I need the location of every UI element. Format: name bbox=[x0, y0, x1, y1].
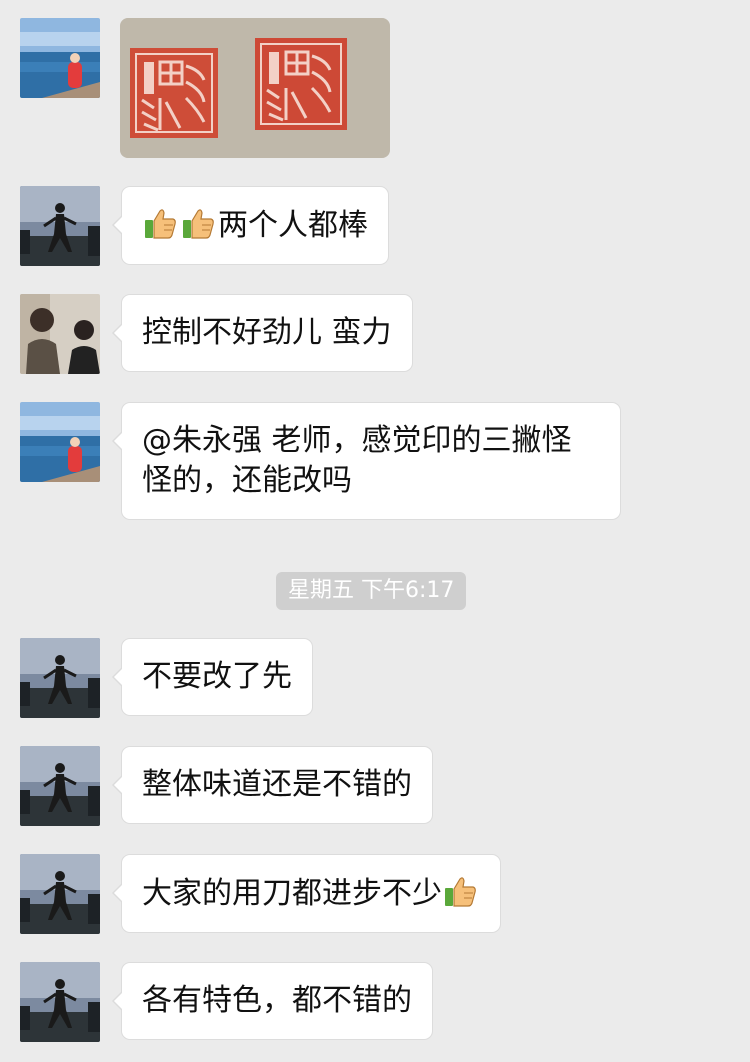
message-text: 控制不好劲儿 蛮力 bbox=[142, 315, 392, 350]
avatar-dark[interactable] bbox=[20, 746, 100, 826]
avatar-dark[interactable] bbox=[20, 962, 100, 1042]
seal-stamps-image[interactable] bbox=[120, 18, 390, 158]
message-text-line: 怪的，还能改吗 bbox=[142, 463, 352, 498]
message-text: 整体味道还是不错的 bbox=[142, 767, 412, 802]
timestamp-badge: 星期五 下午6:17 bbox=[276, 572, 467, 610]
message-bubble: 各有特色，都不错的 bbox=[112, 962, 433, 1040]
message-bubble: 大家的用刀都进步不少 bbox=[112, 854, 501, 933]
seal-stamp-right bbox=[255, 38, 347, 130]
avatar-sea[interactable] bbox=[20, 402, 100, 482]
message-text: 不要改了先 bbox=[142, 659, 292, 694]
message-bubble: 两个人都棒 bbox=[112, 186, 389, 265]
thumbs-up-icon bbox=[442, 873, 478, 909]
thumbs-up-icon bbox=[142, 205, 178, 241]
avatar-dark[interactable] bbox=[20, 186, 100, 266]
message-text: 两个人都棒 bbox=[218, 208, 368, 243]
message-bubble: @朱永强 老师，感觉印的三撇怪 怪的，还能改吗 bbox=[112, 402, 621, 520]
message-bubble: 控制不好劲儿 蛮力 bbox=[112, 294, 413, 372]
avatar-sea[interactable] bbox=[20, 18, 100, 98]
message-text: 各有特色，都不错的 bbox=[142, 983, 412, 1018]
message-bubble: 整体味道还是不错的 bbox=[112, 746, 433, 824]
avatar-dark[interactable] bbox=[20, 854, 100, 934]
avatar-couple[interactable] bbox=[20, 294, 100, 374]
thumbs-up-icon bbox=[180, 205, 216, 241]
message-text-line: @朱永强 老师，感觉印的三撇怪 bbox=[142, 423, 572, 458]
message-bubble: 不要改了先 bbox=[112, 638, 313, 716]
avatar-dark[interactable] bbox=[20, 638, 100, 718]
seal-stamp-left bbox=[130, 48, 218, 138]
message-text: 大家的用刀都进步不少 bbox=[142, 876, 442, 911]
